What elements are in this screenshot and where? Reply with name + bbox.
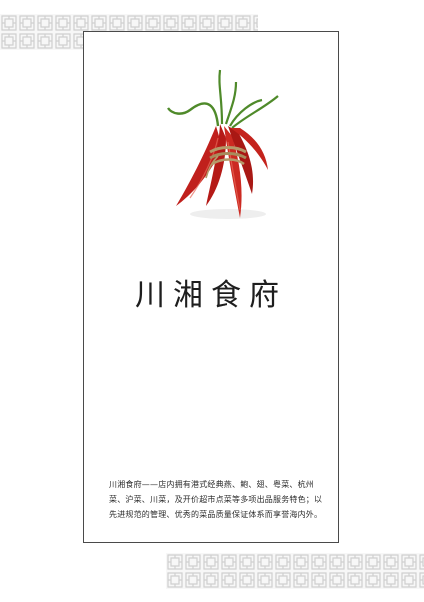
chili-bundle-icon: [167, 69, 279, 219]
restaurant-title: 川湘食府: [135, 278, 287, 313]
restaurant-description: 川湘食府——店内拥有港式经典燕、鲍、翅、粤菜、杭州菜、沪菜、川菜，及开价超市点菜…: [109, 480, 323, 519]
lattice-ornament-bottom: [166, 553, 424, 589]
